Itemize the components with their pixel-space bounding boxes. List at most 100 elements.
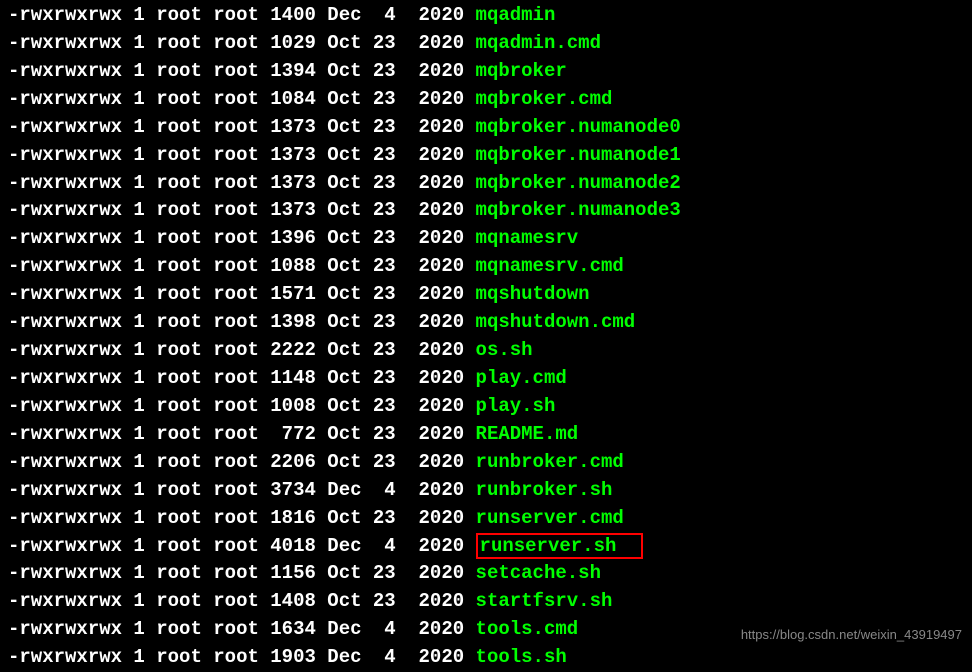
file-year: 2020: [396, 172, 476, 194]
file-listing-row: -rwxrwxrwx 1 root root 1088 Oct 23 2020 …: [8, 253, 964, 281]
file-permissions: -rwxrwxrwx: [8, 144, 122, 166]
file-links: 1: [122, 562, 145, 584]
file-year: 2020: [396, 283, 476, 305]
file-size: 1373: [259, 116, 316, 138]
file-group: root: [202, 507, 259, 529]
file-listing-row: -rwxrwxrwx 1 root root 1903 Dec 4 2020 t…: [8, 644, 964, 672]
file-links: 1: [122, 227, 145, 249]
file-name: play.sh: [476, 395, 556, 417]
file-year: 2020: [396, 451, 476, 473]
file-size: 1400: [259, 4, 316, 26]
file-permissions: -rwxrwxrwx: [8, 227, 122, 249]
file-group: root: [202, 227, 259, 249]
file-name: mqadmin: [476, 4, 556, 26]
file-links: 1: [122, 172, 145, 194]
file-permissions: -rwxrwxrwx: [8, 395, 122, 417]
file-date: Oct 23: [316, 199, 396, 221]
file-listing-row: -rwxrwxrwx 1 root root 1373 Oct 23 2020 …: [8, 170, 964, 198]
file-date: Oct 23: [316, 116, 396, 138]
file-group: root: [202, 199, 259, 221]
file-year: 2020: [396, 4, 476, 26]
file-listing-row: -rwxrwxrwx 1 root root 1373 Oct 23 2020 …: [8, 142, 964, 170]
file-year: 2020: [396, 88, 476, 110]
file-listing-row: -rwxrwxrwx 1 root root 1156 Oct 23 2020 …: [8, 560, 964, 588]
file-name: mqbroker.cmd: [476, 88, 613, 110]
file-links: 1: [122, 618, 145, 640]
file-links: 1: [122, 283, 145, 305]
file-permissions: -rwxrwxrwx: [8, 451, 122, 473]
file-owner: root: [145, 562, 202, 584]
file-permissions: -rwxrwxrwx: [8, 590, 122, 612]
file-links: 1: [122, 88, 145, 110]
file-size: 1394: [259, 60, 316, 82]
file-group: root: [202, 451, 259, 473]
file-owner: root: [145, 144, 202, 166]
file-size: 1029: [259, 32, 316, 54]
file-size: 3734: [259, 479, 316, 501]
file-links: 1: [122, 395, 145, 417]
file-year: 2020: [396, 60, 476, 82]
file-owner: root: [145, 283, 202, 305]
file-name: runserver.cmd: [476, 507, 624, 529]
file-links: 1: [122, 507, 145, 529]
file-year: 2020: [396, 590, 476, 612]
file-name: runbroker.cmd: [476, 451, 624, 473]
file-links: 1: [122, 32, 145, 54]
file-permissions: -rwxrwxrwx: [8, 172, 122, 194]
file-size: 772: [259, 423, 316, 445]
file-owner: root: [145, 4, 202, 26]
file-permissions: -rwxrwxrwx: [8, 339, 122, 361]
file-owner: root: [145, 199, 202, 221]
file-group: root: [202, 32, 259, 54]
file-listing-row: -rwxrwxrwx 1 root root 1029 Oct 23 2020 …: [8, 30, 964, 58]
file-links: 1: [122, 535, 145, 557]
file-listing-row: -rwxrwxrwx 1 root root 772 Oct 23 2020 R…: [8, 421, 964, 449]
file-owner: root: [145, 479, 202, 501]
file-date: Dec 4: [316, 535, 396, 557]
file-listing-row: -rwxrwxrwx 1 root root 4018 Dec 4 2020 r…: [8, 533, 964, 561]
file-date: Dec 4: [316, 4, 396, 26]
file-group: root: [202, 311, 259, 333]
file-group: root: [202, 367, 259, 389]
file-date: Oct 23: [316, 395, 396, 417]
file-permissions: -rwxrwxrwx: [8, 367, 122, 389]
file-permissions: -rwxrwxrwx: [8, 507, 122, 529]
file-owner: root: [145, 395, 202, 417]
file-date: Oct 23: [316, 339, 396, 361]
file-owner: root: [145, 116, 202, 138]
file-year: 2020: [396, 144, 476, 166]
file-name: mqshutdown.cmd: [476, 311, 636, 333]
file-owner: root: [145, 507, 202, 529]
file-owner: root: [145, 367, 202, 389]
file-permissions: -rwxrwxrwx: [8, 255, 122, 277]
file-group: root: [202, 88, 259, 110]
file-listing-row: -rwxrwxrwx 1 root root 1396 Oct 23 2020 …: [8, 225, 964, 253]
file-owner: root: [145, 339, 202, 361]
file-name: startfsrv.sh: [476, 590, 613, 612]
file-links: 1: [122, 255, 145, 277]
file-group: root: [202, 255, 259, 277]
file-links: 1: [122, 451, 145, 473]
file-date: Dec 4: [316, 479, 396, 501]
file-date: Oct 23: [316, 507, 396, 529]
file-permissions: -rwxrwxrwx: [8, 60, 122, 82]
file-listing-row: -rwxrwxrwx 1 root root 1373 Oct 23 2020 …: [8, 197, 964, 225]
file-listing-row: -rwxrwxrwx 1 root root 2222 Oct 23 2020 …: [8, 337, 964, 365]
file-group: root: [202, 283, 259, 305]
file-date: Oct 23: [316, 590, 396, 612]
file-size: 1084: [259, 88, 316, 110]
file-year: 2020: [396, 311, 476, 333]
file-links: 1: [122, 311, 145, 333]
file-group: root: [202, 395, 259, 417]
file-group: root: [202, 339, 259, 361]
file-size: 2222: [259, 339, 316, 361]
file-size: 1571: [259, 283, 316, 305]
file-permissions: -rwxrwxrwx: [8, 423, 122, 445]
file-date: Oct 23: [316, 283, 396, 305]
file-year: 2020: [396, 116, 476, 138]
file-listing-row: -rwxrwxrwx 1 root root 1373 Oct 23 2020 …: [8, 114, 964, 142]
file-year: 2020: [396, 199, 476, 221]
file-date: Oct 23: [316, 367, 396, 389]
file-owner: root: [145, 255, 202, 277]
file-links: 1: [122, 116, 145, 138]
